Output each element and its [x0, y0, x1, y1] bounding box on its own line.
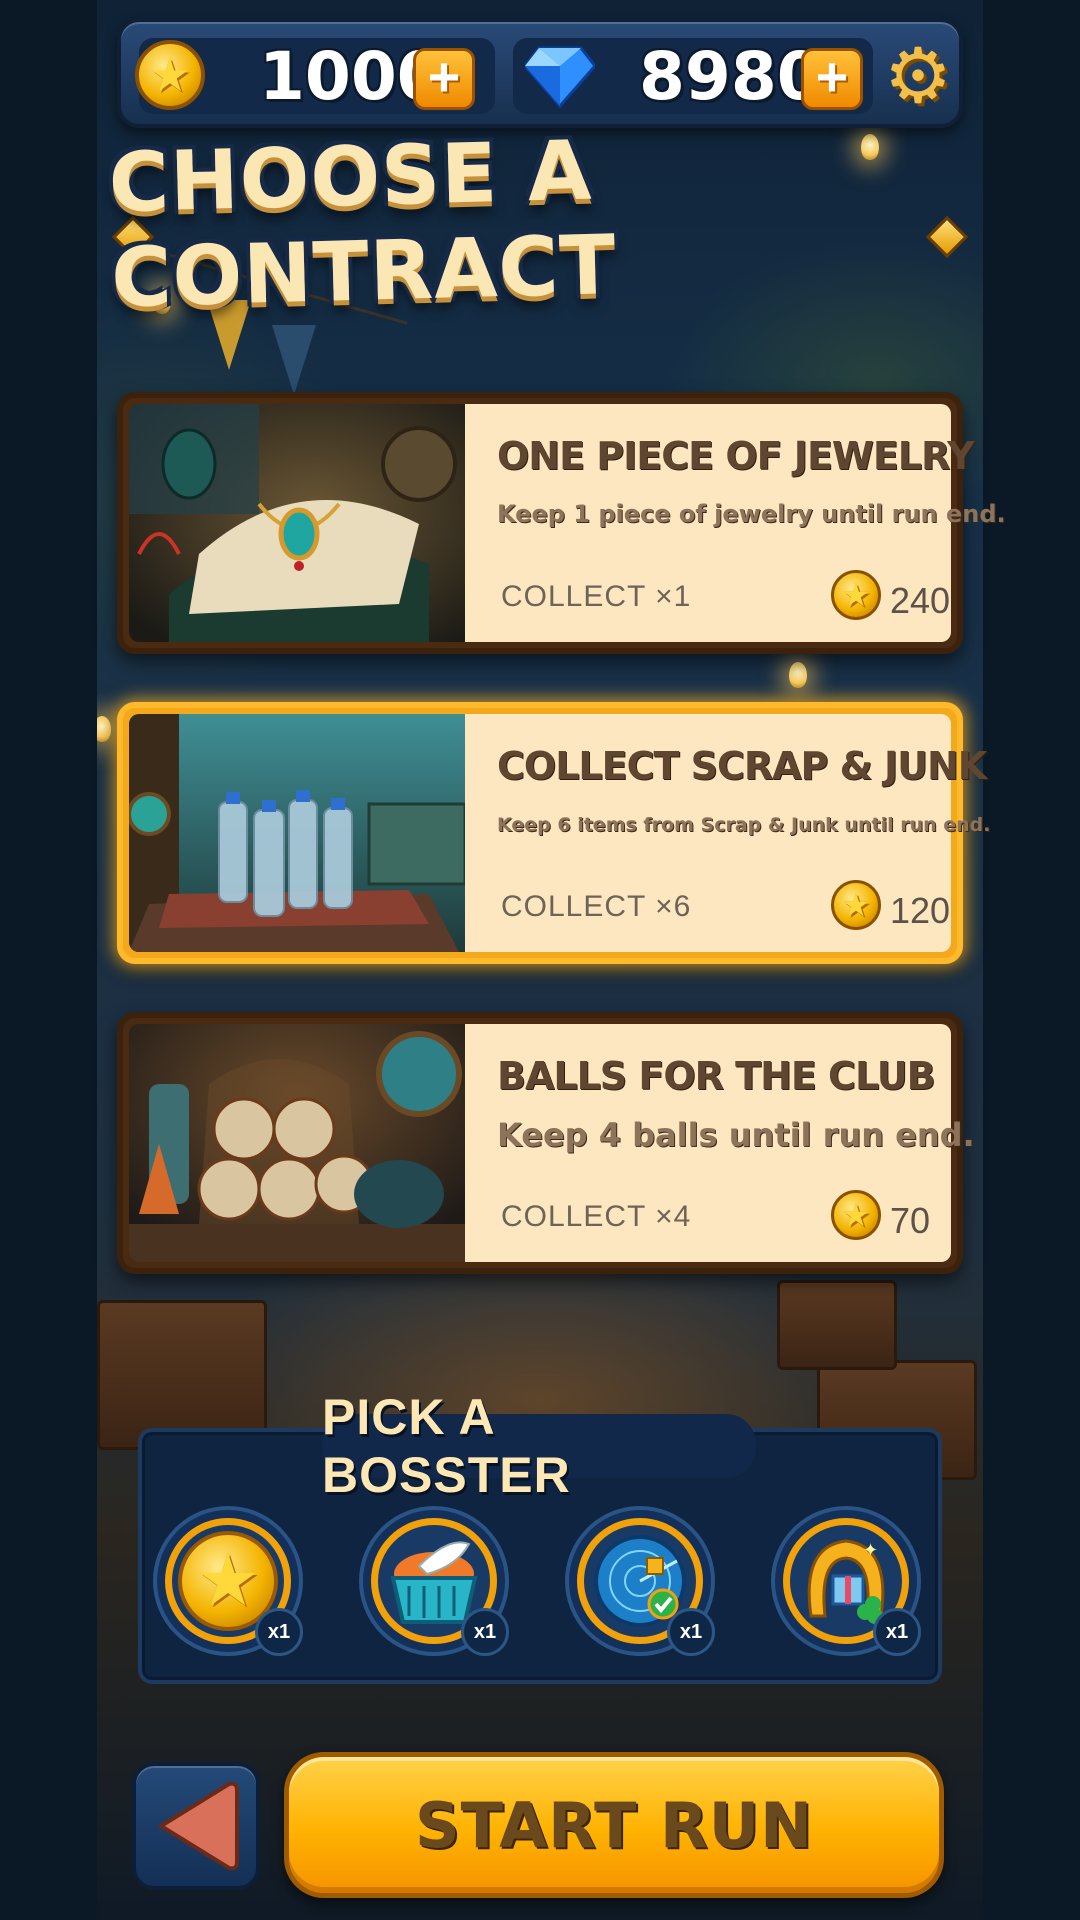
contract-details: ONE PIECE OF JEWELRY Keep 1 piece of jew… — [465, 404, 1006, 642]
contract-description: Keep 1 piece of jewelry until run end. — [497, 500, 1006, 528]
gear-icon[interactable]: ⚙ — [883, 39, 953, 115]
booster-coin[interactable]: ★ x1 — [153, 1506, 303, 1656]
coin-icon: ★ — [831, 570, 881, 620]
start-run-label: START RUN — [415, 1788, 813, 1862]
contract-title: COLLECT SCRAP & JUNK — [497, 744, 987, 788]
contract-card-balls[interactable]: BALLS FOR THE CLUB Keep 4 balls until ru… — [117, 1012, 975, 1274]
contract-collect-count: COLLECT ×4 — [501, 1200, 692, 1233]
contract-description: Keep 6 items from Scrap & Junk until run… — [497, 814, 991, 836]
contract-collect-count: COLLECT ×6 — [501, 890, 692, 923]
coin-icon: ★ — [831, 880, 881, 930]
light-bulb — [97, 716, 111, 742]
scrap-image — [129, 714, 465, 952]
contract-reward: 240 — [890, 580, 951, 621]
plus-icon: + — [815, 45, 849, 108]
booster-count: x1 — [255, 1608, 303, 1656]
contract-collect-count: COLLECT ×1 — [501, 580, 692, 613]
plus-icon: + — [427, 45, 461, 108]
svg-text:✦: ✦ — [863, 1540, 878, 1561]
contract-details: COLLECT SCRAP & JUNK Keep 6 items from S… — [465, 714, 990, 952]
back-button[interactable] — [132, 1762, 260, 1890]
gem-amount: 8980 — [639, 38, 823, 115]
crate — [777, 1280, 897, 1370]
title-banner: CHOOSE A CONTRACT — [108, 124, 970, 326]
left-edge — [0, 0, 97, 1920]
coin-icon: ★ — [135, 40, 205, 110]
booster-title: PICK A BOSSTER — [322, 1389, 571, 1503]
jewelry-image — [129, 404, 465, 642]
contract-reward: 120 — [890, 890, 951, 931]
add-gems-button[interactable]: + — [801, 48, 863, 110]
gem-icon — [525, 46, 595, 108]
contract-card-jewelry[interactable]: ONE PIECE OF JEWELRY Keep 1 piece of jew… — [117, 392, 1006, 654]
page-title: CHOOSE A CONTRACT — [107, 123, 618, 327]
booster-horseshoe[interactable]: ✦ x1 — [771, 1506, 921, 1656]
coin-icon: ★ — [831, 1190, 881, 1240]
contract-reward: 70 — [890, 1200, 931, 1241]
contract-details: BALLS FOR THE CLUB Keep 4 balls until ru… — [465, 1024, 975, 1262]
light-bulb — [789, 662, 807, 688]
resource-bar: ★ 1000 + 8980 + ⚙ — [117, 18, 963, 128]
booster-count: x1 — [667, 1608, 715, 1656]
contract-card-scrap[interactable]: COLLECT SCRAP & JUNK Keep 6 items from S… — [117, 702, 990, 964]
booster-radar[interactable]: x1 — [565, 1506, 715, 1656]
add-coins-button[interactable]: + — [413, 48, 475, 110]
right-edge — [983, 0, 1080, 1920]
bunting-flag — [272, 325, 316, 395]
start-run-button[interactable]: START RUN — [284, 1752, 944, 1898]
contract-title: ONE PIECE OF JEWELRY — [497, 434, 975, 478]
booster-count: x1 — [461, 1608, 509, 1656]
booster-header: PICK A BOSSTER — [322, 1389, 756, 1503]
contract-description: Keep 4 balls until run end. — [497, 1116, 975, 1154]
back-arrow-icon — [159, 1781, 239, 1871]
balls-image — [129, 1024, 465, 1262]
booster-count: x1 — [873, 1608, 921, 1656]
booster-basket[interactable]: x1 — [359, 1506, 509, 1656]
contract-title: BALLS FOR THE CLUB — [497, 1054, 936, 1098]
